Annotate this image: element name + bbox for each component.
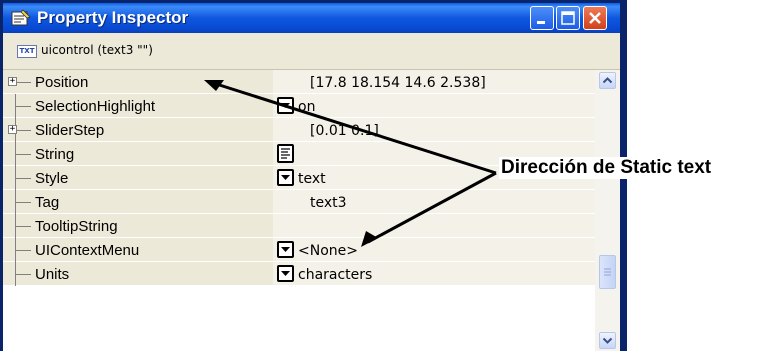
property-grid: + Position [17.8 18.154 14.6 2.538] Sele… xyxy=(3,70,595,351)
tree-connector xyxy=(15,226,31,227)
close-button[interactable] xyxy=(583,6,607,30)
vertical-scrollbar[interactable] xyxy=(595,70,620,351)
property-name-cell: Units xyxy=(3,262,273,286)
property-name-cell: Style xyxy=(3,166,273,190)
dropdown-button[interactable] xyxy=(277,169,294,186)
property-value-cell[interactable]: <None> xyxy=(273,238,595,262)
property-name: Style xyxy=(35,170,69,187)
property-value: on xyxy=(298,99,316,115)
property-value-cell[interactable]: [0.01 0.1] xyxy=(273,118,595,142)
string-edit-button[interactable] xyxy=(277,144,294,163)
text-lines-icon xyxy=(281,148,290,159)
property-name-cell: String xyxy=(3,142,273,166)
annotation-label: Dirección de Static text xyxy=(499,157,714,179)
window-title: Property Inspector xyxy=(37,8,189,27)
property-value-cell[interactable]: [17.8 18.154 14.6 2.538] xyxy=(273,70,595,94)
property-name: SelectionHighlight xyxy=(35,98,156,115)
property-name: Position xyxy=(35,74,89,91)
property-name: UIContextMenu xyxy=(35,242,140,259)
tree-connector xyxy=(15,106,31,107)
property-value: text xyxy=(298,171,326,187)
minimize-icon xyxy=(537,21,545,24)
chevron-down-icon xyxy=(281,175,290,180)
maximize-button[interactable] xyxy=(556,6,580,30)
close-icon xyxy=(589,12,601,24)
property-row[interactable]: UIContextMenu <None> xyxy=(3,238,595,262)
property-name-cell: + SliderStep xyxy=(3,118,273,142)
property-value: characters xyxy=(298,267,373,283)
expand-icon[interactable]: + xyxy=(8,77,17,86)
tree-connector xyxy=(15,130,31,131)
tree-connector xyxy=(15,178,31,179)
minimize-button[interactable] xyxy=(530,6,554,30)
object-label: uicontrol (text3 "") xyxy=(41,43,153,57)
property-value: text3 xyxy=(310,195,347,211)
property-name: SliderStep xyxy=(35,122,105,139)
property-name: String xyxy=(35,146,75,163)
property-row[interactable]: SelectionHighlight on xyxy=(3,94,595,118)
scroll-thumb[interactable] xyxy=(599,255,616,289)
dropdown-button[interactable] xyxy=(277,241,294,258)
property-row[interactable]: Tag text3 xyxy=(3,190,595,214)
property-value: [0.01 0.1] xyxy=(310,123,379,139)
property-name: Units xyxy=(35,266,70,283)
property-name-cell: UIContextMenu xyxy=(3,238,273,262)
dropdown-button[interactable] xyxy=(277,265,294,282)
chevron-down-icon xyxy=(281,103,290,108)
static-text-icon: TXT xyxy=(17,45,37,58)
property-value-cell[interactable]: on xyxy=(273,94,595,118)
maximize-icon xyxy=(561,11,575,25)
chevron-up-icon xyxy=(602,77,613,84)
property-row[interactable]: + SliderStep [0.01 0.1] xyxy=(3,118,595,142)
expand-icon[interactable]: + xyxy=(8,125,17,134)
scroll-down-button[interactable] xyxy=(599,332,616,349)
grip-icon xyxy=(604,268,611,276)
property-name-cell: Tag xyxy=(3,190,273,214)
property-value-cell[interactable] xyxy=(273,214,595,238)
property-value: <None> xyxy=(298,243,358,259)
property-name: TooltipString xyxy=(35,218,118,235)
inspector-icon xyxy=(11,9,31,26)
property-row[interactable]: + Position [17.8 18.154 14.6 2.538] xyxy=(3,70,595,94)
tree-connector xyxy=(15,82,31,83)
chevron-down-icon xyxy=(281,247,290,252)
tree-connector xyxy=(15,154,31,155)
property-value-cell[interactable]: text3 xyxy=(273,190,595,214)
object-header: TXT uicontrol (text3 "") xyxy=(3,33,620,70)
property-name-cell: SelectionHighlight xyxy=(3,94,273,118)
property-name-cell: TooltipString xyxy=(3,214,273,238)
property-value: [17.8 18.154 14.6 2.538] xyxy=(310,75,486,91)
title-bar[interactable]: Property Inspector xyxy=(3,3,620,33)
property-name: Tag xyxy=(35,194,60,211)
property-value-cell[interactable]: characters xyxy=(273,262,595,286)
property-name-cell: + Position xyxy=(3,70,273,94)
tree-connector xyxy=(15,202,31,203)
chevron-down-icon xyxy=(602,337,613,344)
tree-connector xyxy=(15,250,31,251)
scroll-up-button[interactable] xyxy=(599,72,616,89)
tree-connector xyxy=(15,274,31,275)
dropdown-button[interactable] xyxy=(277,97,294,114)
property-row[interactable]: Units characters xyxy=(3,262,595,286)
property-row[interactable]: TooltipString xyxy=(3,214,595,238)
chevron-down-icon xyxy=(281,271,290,276)
